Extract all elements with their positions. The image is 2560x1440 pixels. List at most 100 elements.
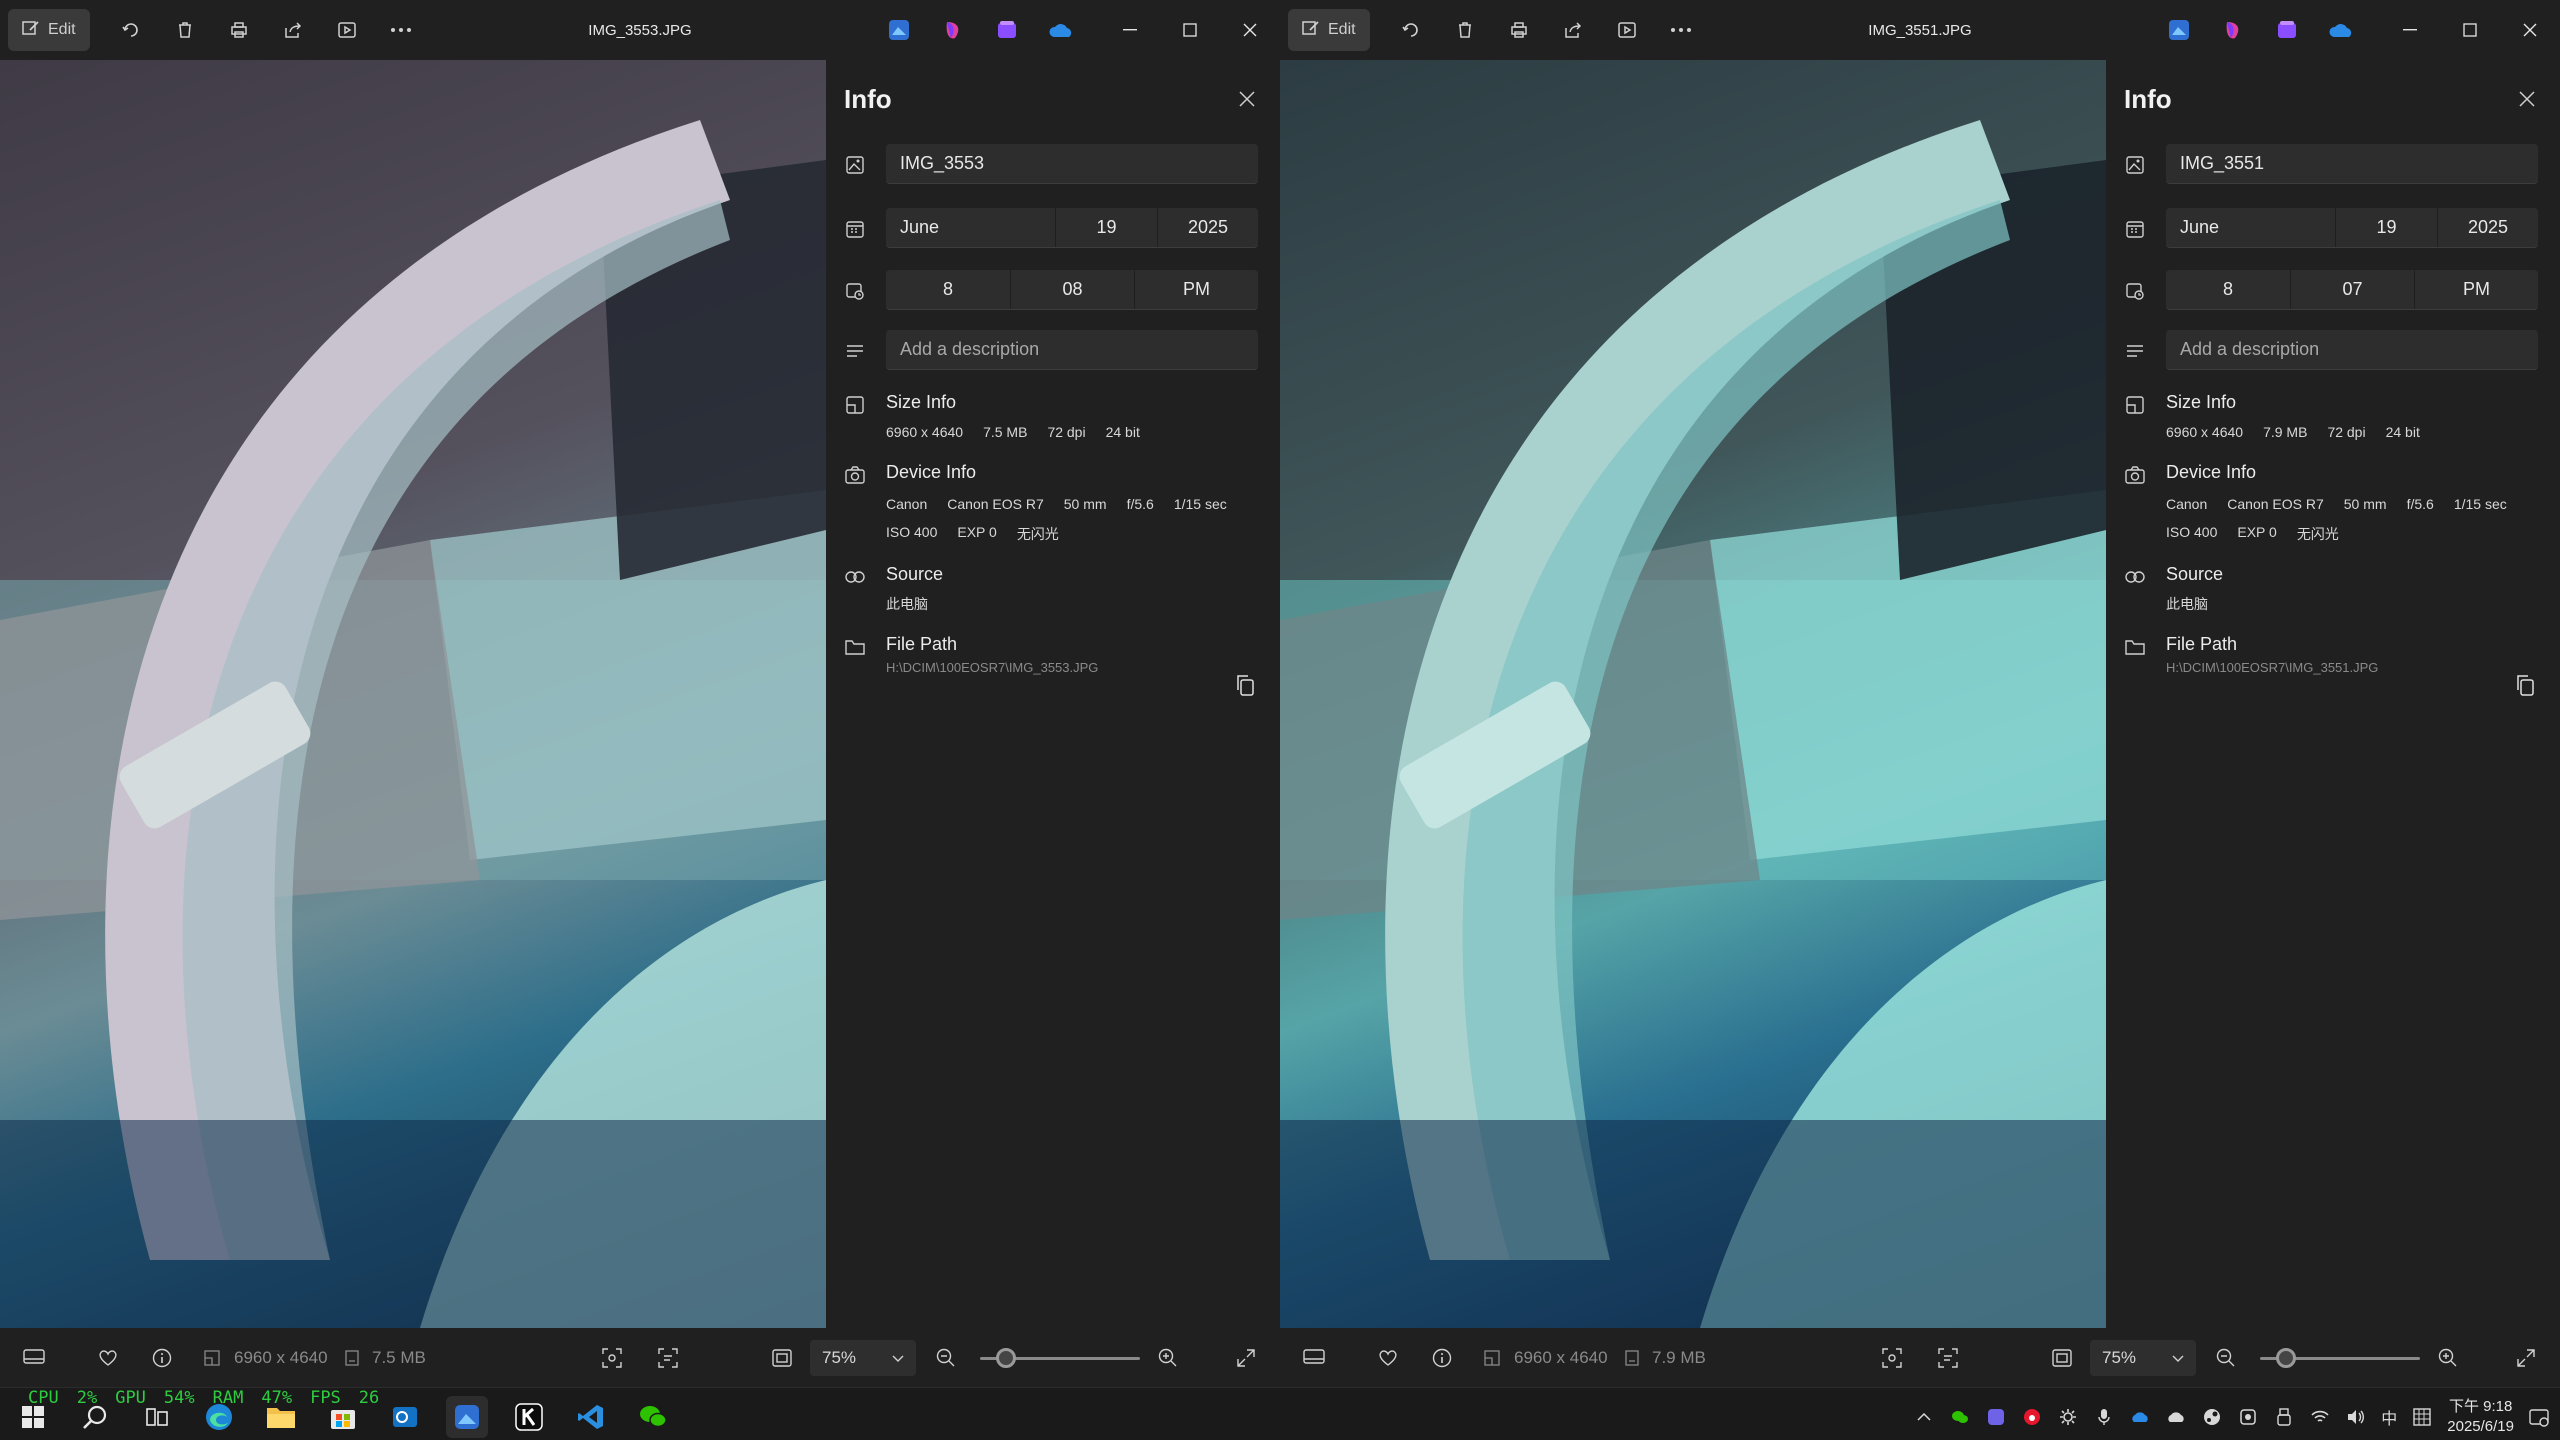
- zoom-dropdown[interactable]: 75%: [2090, 1340, 2196, 1376]
- task-view-icon[interactable]: [136, 1396, 178, 1438]
- zoom-slider-thumb[interactable]: [995, 1348, 1016, 1368]
- minimize-button[interactable]: [1100, 0, 1160, 60]
- text-scan-icon[interactable]: [1932, 1342, 1964, 1374]
- favorite-icon[interactable]: [92, 1342, 124, 1374]
- filmstrip-icon[interactable]: [1298, 1342, 1330, 1374]
- more-options-icon[interactable]: [1654, 9, 1708, 51]
- time-field[interactable]: 8 08 PM: [886, 270, 1258, 310]
- share-icon[interactable]: [266, 9, 320, 51]
- date-field[interactable]: June 19 2025: [886, 208, 1258, 248]
- clipchamp-app-icon[interactable]: [988, 11, 1026, 49]
- vpn-tray-icon[interactable]: [2237, 1406, 2259, 1428]
- ime-grid-icon[interactable]: [2411, 1406, 2433, 1428]
- close-info-button[interactable]: [2512, 84, 2542, 114]
- zoom-in-icon[interactable]: [2432, 1342, 2464, 1374]
- close-window-button[interactable]: [2500, 0, 2560, 60]
- print-icon[interactable]: [1492, 9, 1546, 51]
- copy-path-button[interactable]: [2510, 670, 2540, 700]
- year-select[interactable]: 2025: [1158, 208, 1258, 247]
- edge-browser-icon[interactable]: [198, 1396, 240, 1438]
- outlook-icon[interactable]: [384, 1396, 426, 1438]
- rotate-icon[interactable]: [104, 9, 158, 51]
- settings-tray-icon[interactable]: [2057, 1406, 2079, 1428]
- kakao-app-icon[interactable]: [508, 1396, 550, 1438]
- zoom-slider[interactable]: [2260, 1348, 2420, 1368]
- usb-tray-icon[interactable]: [2273, 1406, 2295, 1428]
- fit-to-window-icon[interactable]: [2046, 1342, 2078, 1374]
- volume-icon[interactable]: [2345, 1406, 2367, 1428]
- edit-button[interactable]: Edit: [8, 9, 90, 51]
- share-icon[interactable]: [1546, 9, 1600, 51]
- weibo-tray-icon[interactable]: [2021, 1406, 2043, 1428]
- info-icon[interactable]: [146, 1342, 178, 1374]
- wifi-icon[interactable]: [2309, 1406, 2331, 1428]
- ampm-select[interactable]: PM: [1135, 270, 1258, 309]
- slideshow-icon[interactable]: [1600, 9, 1654, 51]
- photo-canvas[interactable]: [0, 60, 826, 1328]
- vscode-icon[interactable]: [570, 1396, 612, 1438]
- edit-button[interactable]: Edit: [1288, 9, 1370, 51]
- zoom-out-icon[interactable]: [930, 1342, 962, 1374]
- onedrive-app-icon[interactable]: [1042, 11, 1080, 49]
- month-select[interactable]: June: [2166, 208, 2336, 247]
- month-select[interactable]: June: [886, 208, 1056, 247]
- hour-select[interactable]: 8: [2166, 270, 2291, 309]
- day-select[interactable]: 19: [2336, 208, 2438, 247]
- close-info-button[interactable]: [1232, 84, 1262, 114]
- zoom-slider[interactable]: [980, 1348, 1140, 1368]
- text-scan-icon[interactable]: [652, 1342, 684, 1374]
- wechat-tray-icon[interactable]: [1949, 1406, 1971, 1428]
- designer-app-icon[interactable]: [2214, 11, 2252, 49]
- day-select[interactable]: 19: [1056, 208, 1158, 247]
- minimize-button[interactable]: [2380, 0, 2440, 60]
- favorite-icon[interactable]: [1372, 1342, 1404, 1374]
- photos-app-icon[interactable]: [880, 11, 918, 49]
- fullscreen-icon[interactable]: [2510, 1342, 2542, 1374]
- description-input[interactable]: Add a description: [886, 330, 1258, 370]
- zoom-in-icon[interactable]: [1152, 1342, 1184, 1374]
- file-path-value[interactable]: H:\DCIM\100EOSR7\IMG_3551.JPG: [2166, 660, 2378, 675]
- start-menu-icon[interactable]: [12, 1396, 54, 1438]
- minute-select[interactable]: 07: [2291, 270, 2415, 309]
- chevron-up-icon[interactable]: [1913, 1406, 1935, 1428]
- onedrive-personal-tray-icon[interactable]: [2165, 1406, 2187, 1428]
- steam-tray-icon[interactable]: [2201, 1406, 2223, 1428]
- photo-canvas[interactable]: [1280, 60, 2106, 1328]
- year-select[interactable]: 2025: [2438, 208, 2538, 247]
- wechat-icon[interactable]: [632, 1396, 674, 1438]
- close-window-button[interactable]: [1220, 0, 1280, 60]
- zoom-slider-thumb[interactable]: [2275, 1348, 2296, 1368]
- microphone-tray-icon[interactable]: [2093, 1406, 2115, 1428]
- ime-indicator[interactable]: 中: [2381, 1405, 2397, 1429]
- filmstrip-icon[interactable]: [18, 1342, 50, 1374]
- maximize-button[interactable]: [1160, 0, 1220, 60]
- zoom-dropdown[interactable]: 75%: [810, 1340, 916, 1376]
- hour-select[interactable]: 8: [886, 270, 1011, 309]
- filename-field[interactable]: IMG_3553: [886, 144, 1258, 184]
- app-tray-icon[interactable]: [1985, 1406, 2007, 1428]
- info-icon[interactable]: [1426, 1342, 1458, 1374]
- photos-app-icon[interactable]: [2160, 11, 2198, 49]
- time-field[interactable]: 8 07 PM: [2166, 270, 2538, 310]
- fit-to-window-icon[interactable]: [766, 1342, 798, 1374]
- search-icon[interactable]: [74, 1396, 116, 1438]
- delete-icon[interactable]: [158, 9, 212, 51]
- onedrive-tray-icon[interactable]: [2129, 1406, 2151, 1428]
- zoom-out-icon[interactable]: [2210, 1342, 2242, 1374]
- microsoft-store-icon[interactable]: [322, 1396, 364, 1438]
- visual-search-icon[interactable]: [1876, 1342, 1908, 1374]
- rotate-icon[interactable]: [1384, 9, 1438, 51]
- onedrive-app-icon[interactable]: [2322, 11, 2360, 49]
- clipchamp-app-icon[interactable]: [2268, 11, 2306, 49]
- notification-icon[interactable]: [2528, 1406, 2550, 1428]
- photos-taskbar-icon[interactable]: [446, 1396, 488, 1438]
- file-path-value[interactable]: H:\DCIM\100EOSR7\IMG_3553.JPG: [886, 660, 1098, 675]
- description-input[interactable]: Add a description: [2166, 330, 2538, 370]
- delete-icon[interactable]: [1438, 9, 1492, 51]
- more-options-icon[interactable]: [374, 9, 428, 51]
- date-field[interactable]: June 19 2025: [2166, 208, 2538, 248]
- slideshow-icon[interactable]: [320, 9, 374, 51]
- ampm-select[interactable]: PM: [2415, 270, 2538, 309]
- fullscreen-icon[interactable]: [1230, 1342, 1262, 1374]
- filename-field[interactable]: IMG_3551: [2166, 144, 2538, 184]
